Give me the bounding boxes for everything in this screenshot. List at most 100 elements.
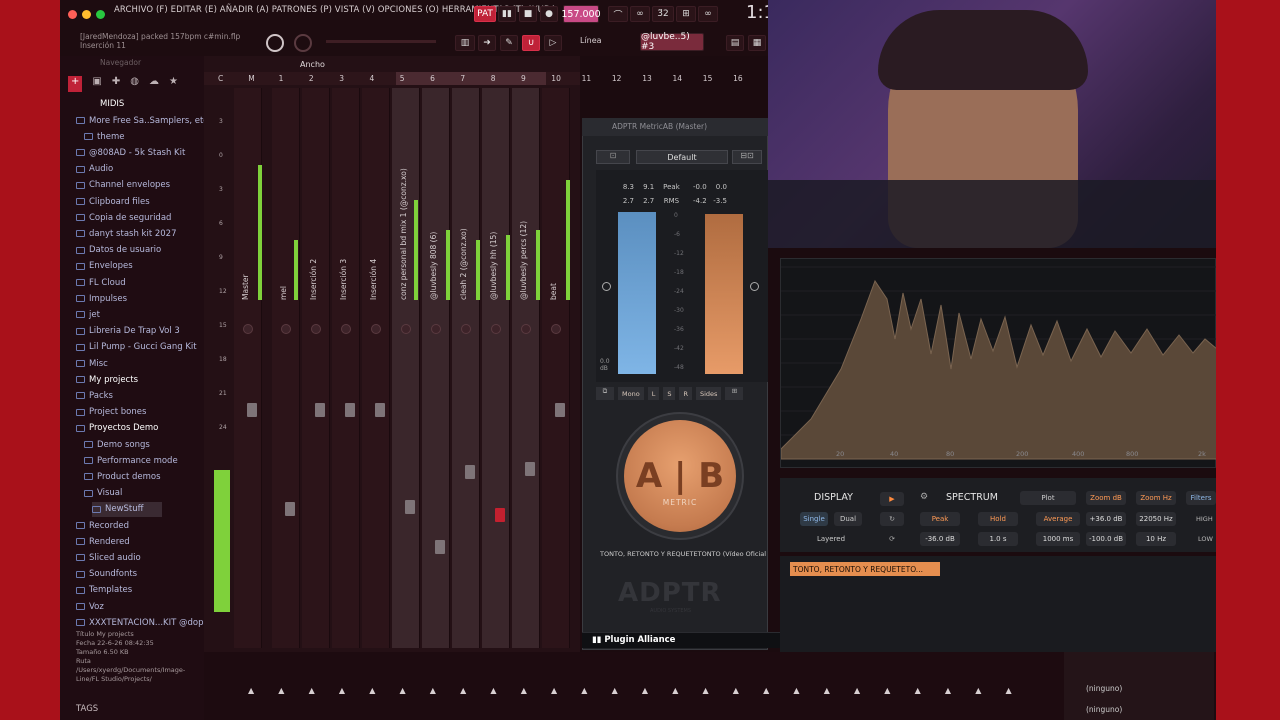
plug-icon[interactable]: ✚ (112, 76, 120, 92)
mode-button[interactable]: Sides (695, 387, 722, 400)
layered-button[interactable]: Layered (800, 532, 862, 546)
db-top-field[interactable]: +36.0 dB (1086, 512, 1126, 526)
mixer-strip[interactable] (272, 88, 300, 648)
volume-fader[interactable] (405, 500, 415, 514)
pan-knob[interactable] (521, 324, 531, 334)
send-arrow-icon[interactable]: ▲ (612, 686, 618, 695)
browser-item[interactable]: My projects (76, 372, 138, 387)
browser-item[interactable]: Libreria De Trap Vol 3 (76, 324, 180, 339)
mixer-icon[interactable]: ▦ (748, 35, 766, 51)
browser-item[interactable]: Recorded (76, 518, 129, 533)
mode-button[interactable]: L (647, 387, 660, 400)
browser-item[interactable]: danyt stash kit 2027 (76, 226, 177, 241)
send-arrow-icon[interactable]: ▲ (884, 686, 890, 695)
browser-item[interactable]: FL Cloud (76, 275, 126, 290)
stop-button[interactable]: ■ (519, 6, 537, 22)
pan-knob[interactable] (311, 324, 321, 334)
tempo-display[interactable]: 157.000 (561, 5, 601, 23)
average-button[interactable]: Average (1036, 512, 1080, 526)
single-button[interactable]: Single (800, 512, 828, 526)
zoom-hz-button[interactable]: Zoom Hz (1136, 491, 1176, 505)
plot-selector[interactable]: Plot (1020, 491, 1076, 505)
browser-item[interactable]: Project bones (76, 405, 146, 420)
gear-icon[interactable]: ⚙ (920, 492, 928, 502)
browser-item[interactable]: Performance mode (84, 453, 178, 468)
send-arrow-icon[interactable]: ▲ (672, 686, 678, 695)
wait-icon[interactable]: ∞ (630, 6, 650, 22)
dual-button[interactable]: Dual (834, 512, 862, 526)
send-arrow-icon[interactable]: ▲ (248, 686, 254, 695)
sync-icon[interactable]: ⟳ (880, 532, 904, 546)
snap-mode[interactable]: Línea (580, 36, 602, 45)
send-arrow-icon[interactable]: ▲ (1006, 686, 1012, 695)
browser-item[interactable]: Lil Pump - Gucci Gang Kit (76, 340, 197, 355)
mixer-strip[interactable] (452, 88, 480, 648)
mixer-strip[interactable] (542, 88, 570, 648)
hz-top-field[interactable]: 22050 Hz (1136, 512, 1176, 526)
send-arrow-icon[interactable]: ▲ (309, 686, 315, 695)
zoom-db-button[interactable]: Zoom dB (1086, 491, 1126, 505)
master-slider[interactable] (326, 40, 436, 43)
mode-button[interactable]: S (663, 387, 676, 400)
peak-value-field[interactable]: -36.0 dB (920, 532, 960, 546)
browser-item[interactable]: Demo songs (84, 437, 150, 452)
browser-item[interactable]: Visual (84, 486, 122, 501)
browser-item[interactable]: Datos de usuario (76, 243, 161, 258)
volume-fader[interactable] (375, 403, 385, 417)
pan-knob[interactable] (371, 324, 381, 334)
piano-icon[interactable]: ▥ (455, 35, 475, 51)
mixer-strip[interactable] (482, 88, 510, 648)
compare-icon[interactable]: ⊟⊡ (732, 150, 762, 164)
reference-slot-1[interactable]: TONTO, RETONTO Y REQUETETO... (790, 562, 940, 576)
layout-icon[interactable]: ⧉ (596, 387, 614, 400)
db-bottom-field[interactable]: -100.0 dB (1086, 532, 1126, 546)
master-pitch-knob[interactable] (294, 34, 312, 52)
volume-fader[interactable] (345, 403, 355, 417)
folder-icon[interactable]: ▣ (92, 76, 101, 92)
browser-item[interactable]: Soundfonts (76, 567, 137, 582)
browser-item[interactable]: Envelopes (76, 259, 133, 274)
add-icon[interactable]: + (68, 76, 83, 92)
volume-fader[interactable] (555, 403, 565, 417)
metronome-icon[interactable]: ⌒ (608, 6, 628, 22)
send-arrow-icon[interactable]: ▲ (763, 686, 769, 695)
volume-fader[interactable] (315, 403, 325, 417)
record-button[interactable]: ● (540, 6, 558, 22)
settings-icon[interactable]: ⊡ (596, 150, 630, 164)
playlist-icon[interactable]: ▤ (726, 35, 744, 51)
pan-knob[interactable] (491, 324, 501, 334)
send-arrow-icon[interactable]: ▲ (975, 686, 981, 695)
browser-item[interactable]: Proyectos Demo (76, 421, 158, 436)
send-arrow-icon[interactable]: ▲ (400, 686, 406, 695)
pan-knob[interactable] (551, 324, 561, 334)
pan-knob[interactable] (401, 324, 411, 334)
hold-value-field[interactable]: 1.0 s (978, 532, 1018, 546)
mixer-width-label[interactable]: Ancho (300, 60, 325, 69)
pencil-icon[interactable]: ✎ (500, 35, 518, 51)
send-arrow-icon[interactable]: ▲ (733, 686, 739, 695)
browser-item[interactable]: Channel envelopes (76, 178, 170, 193)
mixer-strip[interactable] (512, 88, 540, 648)
pan-knob[interactable] (341, 324, 351, 334)
peak-button[interactable]: Peak (920, 512, 960, 526)
browser-item[interactable]: Packs (76, 388, 113, 403)
browser-item[interactable]: Misc (76, 356, 108, 371)
send-arrow-icon[interactable]: ▲ (430, 686, 436, 695)
magnet-icon[interactable]: ∪ (522, 35, 540, 51)
send-arrow-icon[interactable]: ▲ (339, 686, 345, 695)
master-volume-knob[interactable] (266, 34, 284, 52)
send-arrow-icon[interactable]: ▲ (581, 686, 587, 695)
browser-item[interactable]: Impulses (76, 291, 127, 306)
send-arrow-icon[interactable]: ▲ (642, 686, 648, 695)
loop-record-icon[interactable]: ∞ (698, 6, 718, 22)
send-arrow-icon[interactable]: ▲ (915, 686, 921, 695)
slot-2[interactable]: (ninguno) (1086, 705, 1122, 714)
play-outline-icon[interactable]: ▷ (544, 35, 562, 51)
mixer-strip[interactable] (362, 88, 390, 648)
send-arrow-icon[interactable]: ▲ (793, 686, 799, 695)
volume-fader[interactable] (495, 508, 505, 522)
browser-item[interactable]: More Free Sa..Samplers, etc.) (76, 113, 214, 128)
browser-item[interactable]: Product demos (84, 469, 161, 484)
pan-knob[interactable] (243, 324, 253, 334)
volume-fader[interactable] (247, 403, 257, 417)
